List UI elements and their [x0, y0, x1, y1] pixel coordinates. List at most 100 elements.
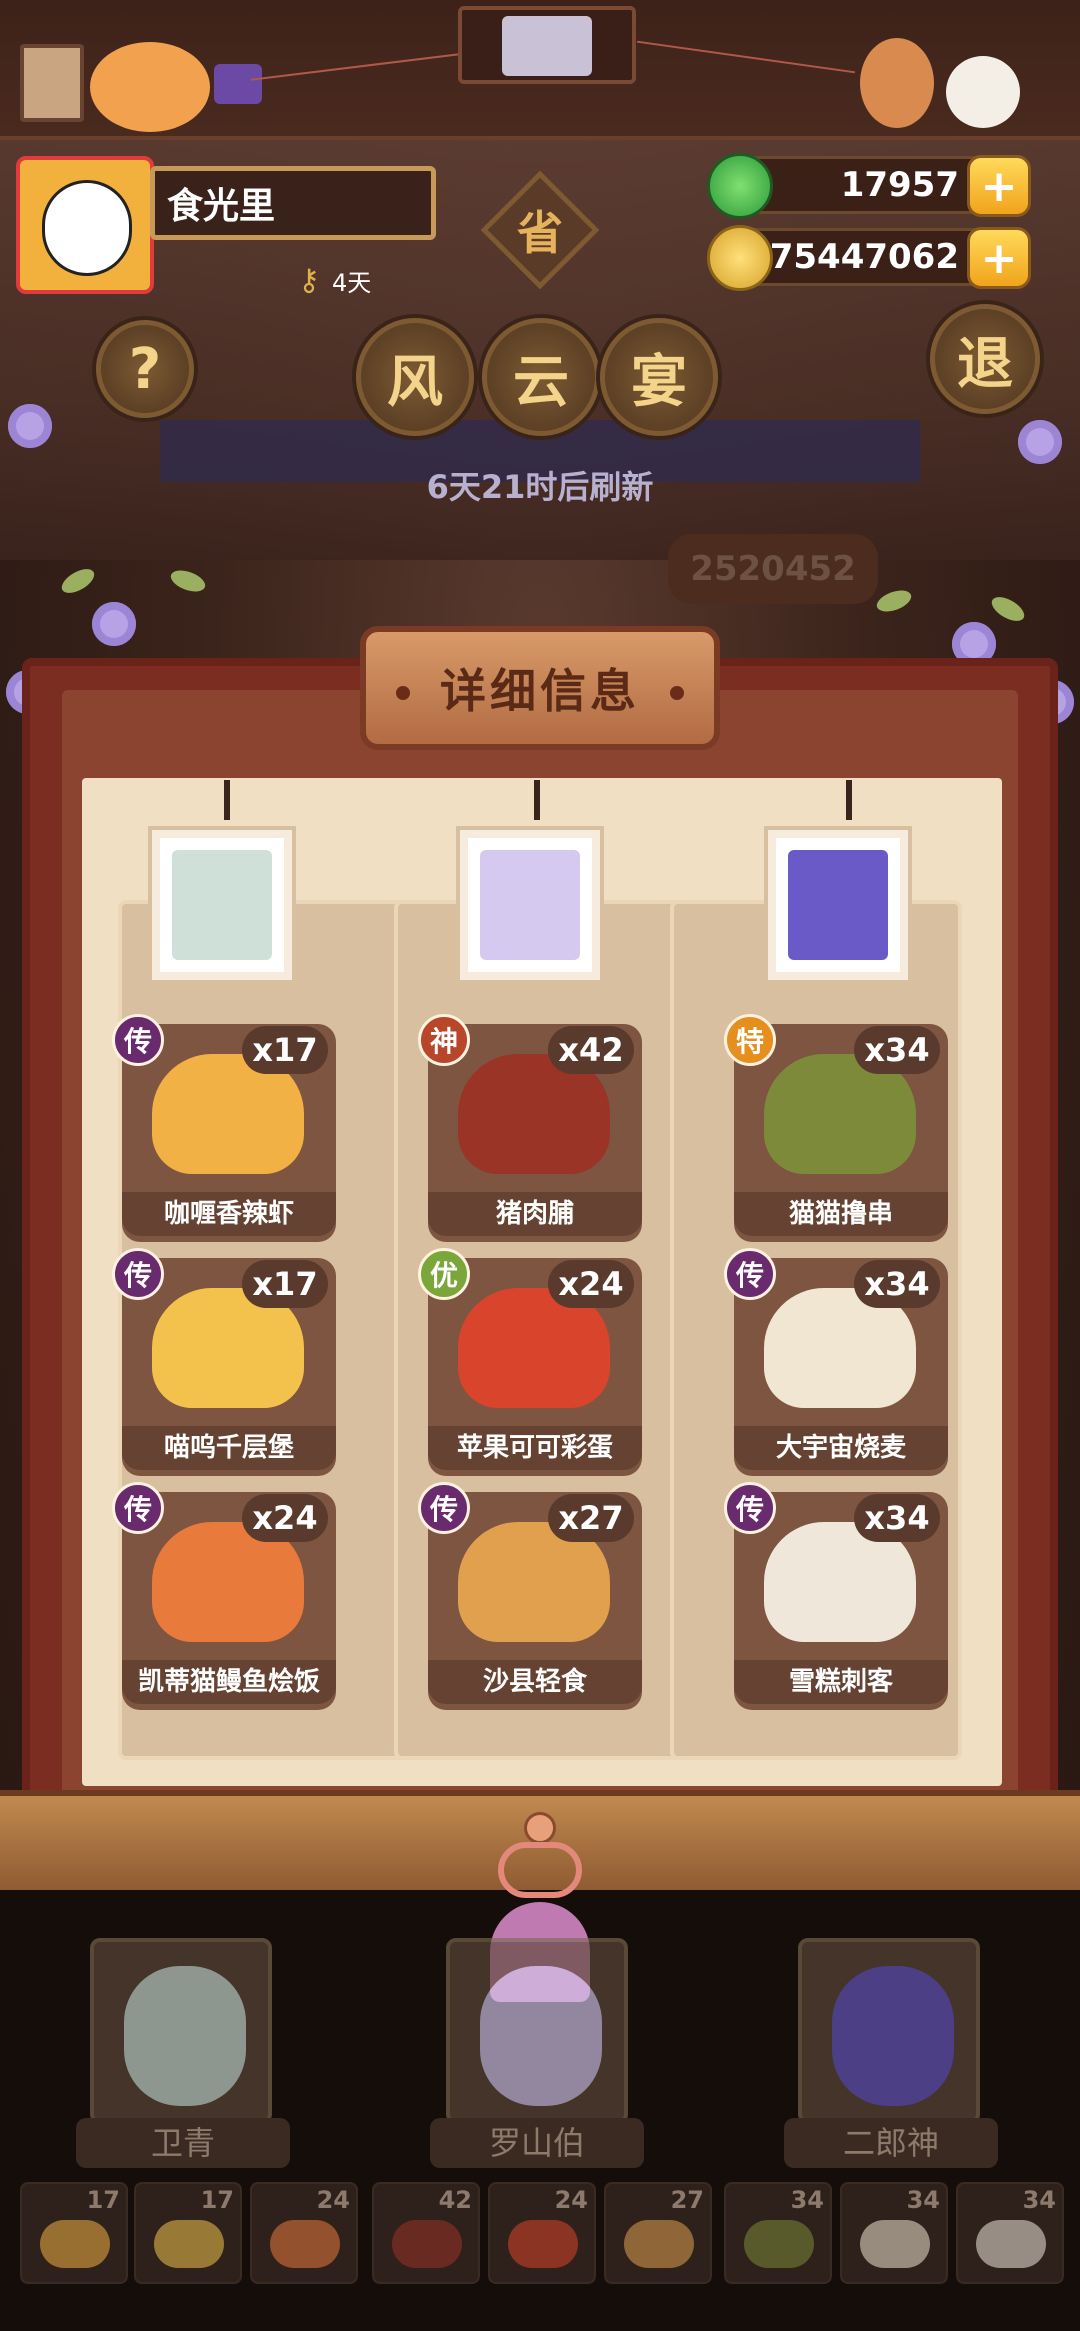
player-avatar[interactable]	[16, 156, 154, 294]
tray-dish-1[interactable]: 17	[20, 2182, 128, 2284]
dish-card[interactable]: 传 x27 沙县轻食	[418, 1482, 642, 1710]
dish-thumb-icon	[860, 2220, 930, 2268]
tray-dish-8[interactable]: 34	[840, 2182, 948, 2284]
province-button[interactable]: 省	[498, 188, 582, 272]
dish-card[interactable]: 特 x34 猫猫撸串	[724, 1014, 948, 1242]
key-icon: ⚷	[298, 262, 320, 298]
rank-badge: 传	[724, 1482, 776, 1534]
chef-portrait-1[interactable]	[152, 830, 292, 980]
rank-badge: 传	[112, 1482, 164, 1534]
hanging-portrait-frame[interactable]	[458, 6, 636, 84]
add-coins-button[interactable]: +	[967, 227, 1031, 289]
dish-thumb-icon	[744, 2220, 814, 2268]
tray-count: 34	[790, 2186, 824, 2214]
panel-title: 详细信息	[360, 626, 720, 750]
flower-icon	[8, 404, 52, 448]
help-button[interactable]: ?	[96, 320, 194, 418]
tray-count: 17	[86, 2186, 120, 2214]
rank-badge: 特	[724, 1014, 776, 1066]
dish-thumb-icon	[624, 2220, 694, 2268]
dish-thumb-icon	[508, 2220, 578, 2268]
chef-label-1: 卫青	[76, 2118, 290, 2168]
chef-face-icon	[832, 1966, 954, 2106]
boy-character-icon	[860, 38, 934, 128]
tray-dish-5[interactable]: 24	[488, 2182, 596, 2284]
chef-face-icon	[480, 850, 580, 960]
rank-badge: 传	[418, 1482, 470, 1534]
exit-button[interactable]: 退	[930, 304, 1040, 414]
dish-name: 猪肉脯	[428, 1192, 642, 1236]
rank-badge: 神	[418, 1014, 470, 1066]
dish-quantity: x24	[242, 1494, 328, 1542]
chef-face-icon	[124, 1966, 246, 2106]
coin-amount: 75447062	[769, 237, 959, 277]
dish-quantity: x24	[548, 1260, 634, 1308]
dish-name: 凯蒂猫鳗鱼烩饭	[122, 1660, 336, 1704]
jade-icon	[707, 153, 773, 219]
tray-dish-4[interactable]: 42	[372, 2182, 480, 2284]
tray-count: 24	[554, 2186, 588, 2214]
days-counter: ⚷ 4天	[298, 260, 371, 300]
paw-sign-icon	[20, 44, 84, 122]
chef-label-3: 二郎神	[784, 2118, 998, 2168]
tray-count: 34	[906, 2186, 940, 2214]
player-name[interactable]: 食光里	[150, 166, 436, 240]
chef-label-2: 罗山伯	[430, 2118, 644, 2168]
event-char-yan[interactable]: 宴	[600, 318, 718, 436]
dish-card[interactable]: 传 x17 咖喱香辣虾	[112, 1014, 336, 1242]
chef-card-3[interactable]	[798, 1938, 980, 2124]
chef-card-1[interactable]	[90, 1938, 272, 2124]
dish-name: 苹果可可彩蛋	[428, 1426, 642, 1470]
tray-dish-2[interactable]: 17	[134, 2182, 242, 2284]
dish-thumb-icon	[154, 2220, 224, 2268]
add-jade-button[interactable]: +	[967, 155, 1031, 217]
dish-name: 雪糕刺客	[734, 1660, 948, 1704]
dish-name: 猫猫撸串	[734, 1192, 948, 1236]
dish-thumb-icon	[40, 2220, 110, 2268]
orange-cat-icon	[90, 42, 210, 132]
flower-icon	[1018, 420, 1062, 464]
rank-badge: 优	[418, 1248, 470, 1300]
coin-currency: 75447062 +	[707, 225, 1031, 291]
dish-card[interactable]: 神 x42 猪肉脯	[418, 1014, 642, 1242]
event-char-yun[interactable]: 云	[482, 318, 600, 436]
dish-card[interactable]: 传 x17 喵呜千层堡	[112, 1248, 336, 1476]
tray-count: 17	[200, 2186, 234, 2214]
rank-badge: 传	[112, 1248, 164, 1300]
tray-dish-9[interactable]: 34	[956, 2182, 1064, 2284]
jade-currency: 17957 +	[707, 153, 1031, 219]
hanger-pin	[846, 780, 852, 820]
dish-card[interactable]: 传 x34 大宇宙烧麦	[724, 1248, 948, 1476]
days-label: 4天	[331, 268, 372, 297]
raccoon-portrait-icon	[502, 16, 592, 76]
coin-icon	[707, 225, 773, 291]
tray-count: 24	[316, 2186, 350, 2214]
hanger-pin	[224, 780, 230, 820]
dish-name: 咖喱香辣虾	[122, 1192, 336, 1236]
chef-portrait-3[interactable]	[768, 830, 908, 980]
tray-dish-3[interactable]: 24	[250, 2182, 358, 2284]
dish-card[interactable]: 优 x24 苹果可可彩蛋	[418, 1248, 642, 1476]
dish-card[interactable]: 传 x34 雪糕刺客	[724, 1482, 948, 1710]
tray-dish-7[interactable]: 34	[724, 2182, 832, 2284]
dish-card[interactable]: 传 x24 凯蒂猫鳗鱼烩饭	[112, 1482, 336, 1710]
refresh-timer: 6天21时后刷新	[426, 468, 654, 506]
chef-face-icon	[172, 850, 272, 960]
white-cat-icon	[946, 56, 1020, 128]
dish-thumb-icon	[976, 2220, 1046, 2268]
tray-count: 27	[670, 2186, 704, 2214]
panda-avatar-icon	[42, 180, 132, 276]
rank-badge: 传	[112, 1014, 164, 1066]
dish-name: 喵呜千层堡	[122, 1426, 336, 1470]
tray-count: 34	[1022, 2186, 1056, 2214]
dish-name: 沙县轻食	[428, 1660, 642, 1704]
dish-quantity: x34	[854, 1026, 940, 1074]
score-tag: 2520452	[668, 534, 878, 604]
tray-dish-6[interactable]: 27	[604, 2182, 712, 2284]
gift-box-icon	[214, 64, 262, 104]
dish-quantity: x27	[548, 1494, 634, 1542]
rank-badge: 传	[724, 1248, 776, 1300]
event-char-feng[interactable]: 风	[356, 318, 474, 436]
chef-portrait-2[interactable]	[460, 830, 600, 980]
chef-card-2[interactable]	[446, 1938, 628, 2124]
